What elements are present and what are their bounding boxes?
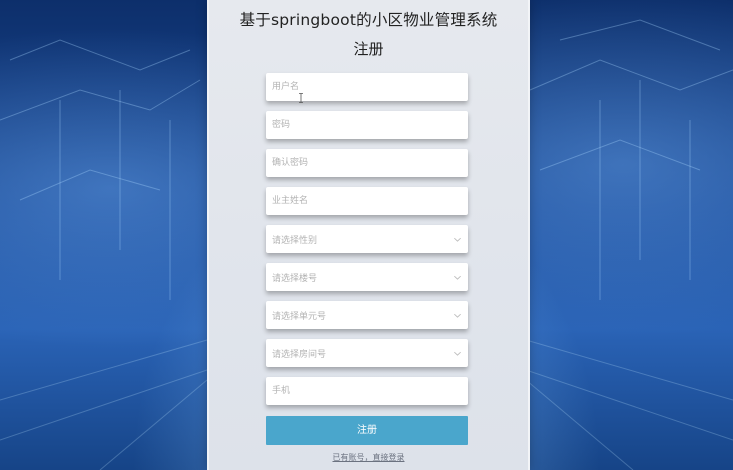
text-cursor-icon: [299, 93, 303, 103]
unit-select-placeholder: 请选择单元号: [272, 311, 327, 322]
chevron-down-icon: [454, 351, 461, 356]
phone-field-wrapper: [266, 377, 468, 405]
gender-select-placeholder: 请选择性别: [272, 235, 318, 246]
confirm-password-field-wrapper: [266, 149, 468, 177]
owner-name-field-wrapper: [266, 187, 468, 215]
building-select-placeholder: 请选择楼号: [272, 273, 318, 284]
username-field-wrapper: [266, 73, 468, 101]
chevron-down-icon: [454, 275, 461, 280]
password-field-wrapper: [266, 111, 468, 139]
page-title: 基于springboot的小区物业管理系统: [239, 11, 498, 29]
username-input[interactable]: [266, 73, 468, 101]
register-button[interactable]: 注册: [266, 416, 468, 445]
chevron-down-icon: [454, 237, 461, 242]
login-link[interactable]: 已有账号，直接登录: [209, 452, 528, 463]
password-input[interactable]: [266, 111, 468, 139]
gender-select[interactable]: 请选择性别: [266, 225, 468, 253]
phone-input[interactable]: [266, 377, 468, 405]
room-select[interactable]: 请选择房间号: [266, 339, 468, 367]
room-select-placeholder: 请选择房间号: [272, 349, 327, 360]
building-select[interactable]: 请选择楼号: [266, 263, 468, 291]
chevron-down-icon: [454, 313, 461, 318]
owner-name-input[interactable]: [266, 187, 468, 215]
confirm-password-input[interactable]: [266, 149, 468, 177]
register-panel: 基于springboot的小区物业管理系统 注册 请选择性别 请选择楼号 请选择…: [207, 0, 530, 470]
form-title: 注册: [353, 40, 384, 58]
unit-select[interactable]: 请选择单元号: [266, 301, 468, 329]
